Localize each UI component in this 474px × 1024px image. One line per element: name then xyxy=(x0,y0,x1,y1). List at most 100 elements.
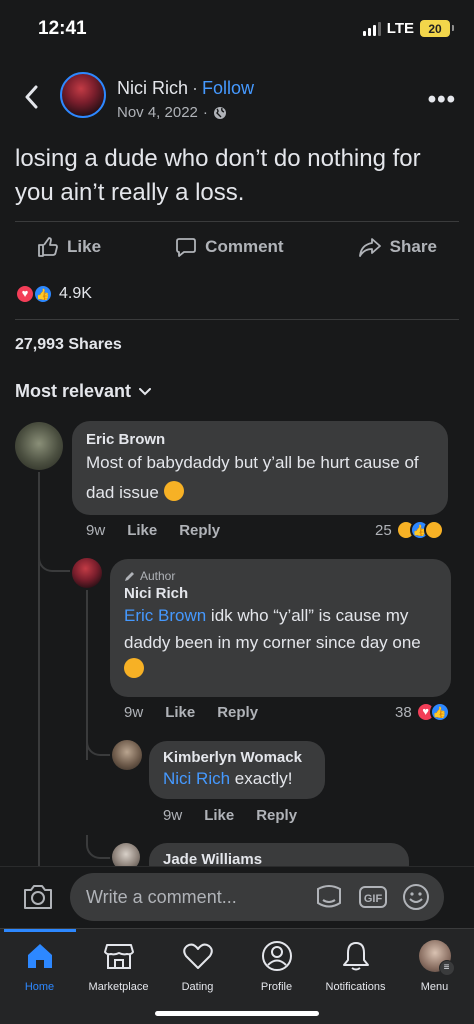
laughing-emoji-icon xyxy=(163,481,184,501)
post-header: Nici Rich · Follow Nov 4, 2022 · ••• xyxy=(0,70,474,126)
share-label: Share xyxy=(389,237,437,256)
comment-time: 9w xyxy=(124,704,144,721)
comment-label: Comment xyxy=(205,237,284,256)
tab-profile[interactable]: Profile xyxy=(237,939,316,993)
comment-icon xyxy=(176,238,197,257)
sort-dropdown[interactable]: Most relevant xyxy=(15,381,152,402)
like-reaction-icon: 👍 xyxy=(429,702,450,722)
commenter-avatar[interactable] xyxy=(15,422,63,470)
comment-reply-button[interactable]: Reply xyxy=(256,807,297,824)
comment-reaction-count: 25 xyxy=(375,521,392,539)
camera-icon xyxy=(24,885,52,909)
comment-text: Eric Brown idk who “y’all” is cause my d… xyxy=(124,602,437,683)
avatar-sticker-icon[interactable] xyxy=(314,883,344,911)
dating-icon xyxy=(182,939,214,973)
comment-reactions[interactable]: 38 ♥ 👍 xyxy=(395,702,450,722)
commenter-name[interactable]: Kimberlyn Womack xyxy=(163,749,311,766)
thread-connector xyxy=(86,730,110,756)
sort-label: Most relevant xyxy=(15,381,132,401)
post-date[interactable]: Nov 4, 2022 xyxy=(117,104,198,121)
like-button[interactable]: Like xyxy=(37,236,101,258)
back-button[interactable] xyxy=(18,82,44,112)
laughing-emoji-icon xyxy=(124,658,144,678)
commenter-avatar[interactable] xyxy=(72,558,102,588)
comment-bubble: Kimberlyn Womack Nici Rich exactly! xyxy=(149,741,325,799)
comment-reactions[interactable]: 25 👍 xyxy=(375,520,444,540)
comment-input[interactable]: Write a comment... GIF xyxy=(70,873,444,921)
shares-count[interactable]: 27,993 Shares xyxy=(15,336,122,354)
tab-notifications[interactable]: Notifications xyxy=(316,939,395,993)
like-label: Like xyxy=(67,237,102,256)
chevron-left-icon xyxy=(25,85,38,109)
tab-marketplace[interactable]: Marketplace xyxy=(79,939,158,993)
share-icon xyxy=(358,238,381,257)
marketplace-icon xyxy=(103,939,135,973)
divider xyxy=(15,319,459,320)
tab-dating[interactable]: Dating xyxy=(158,939,237,993)
reactions-summary[interactable]: ♥ 👍 4.9K xyxy=(15,284,92,304)
author-avatar[interactable] xyxy=(60,72,106,118)
comment-reply-button[interactable]: Reply xyxy=(217,704,258,721)
mention-link[interactable]: Eric Brown xyxy=(124,606,206,625)
post-text: losing a dude who don’t do nothing for y… xyxy=(15,145,421,206)
tab-label: Menu xyxy=(420,981,449,993)
commenter-avatar[interactable] xyxy=(112,740,142,770)
comment-time: 9w xyxy=(163,807,183,824)
tab-home[interactable]: Home xyxy=(0,939,79,993)
tab-label: Home xyxy=(24,981,55,993)
comment-reaction-count: 38 xyxy=(395,703,412,721)
commenter-name[interactable]: Eric Brown xyxy=(86,431,434,448)
author-line: Nici Rich · Follow xyxy=(117,78,254,99)
tab-label: Profile xyxy=(260,981,293,993)
author-name[interactable]: Nici Rich xyxy=(117,78,188,98)
tab-label: Notifications xyxy=(325,981,386,993)
status-bar: 12:41 LTE 20 xyxy=(0,0,474,60)
comment-like-button[interactable]: Like xyxy=(165,704,195,721)
share-button[interactable]: Share xyxy=(358,236,437,258)
svg-text:GIF: GIF xyxy=(364,893,383,905)
status-time: 12:41 xyxy=(38,18,87,39)
divider xyxy=(15,221,459,222)
comment-button[interactable]: Comment xyxy=(175,236,284,258)
mention-link[interactable]: Nici Rich xyxy=(163,769,230,788)
separator-dot: · xyxy=(202,104,208,121)
thread-line xyxy=(38,472,40,872)
tab-bar: Home Marketplace Dating Profile Notifica… xyxy=(0,928,474,1024)
comment-like-button[interactable]: Like xyxy=(127,522,157,539)
post-actions: Like Comment Share xyxy=(0,224,474,270)
comment-meta: 9w Like Reply xyxy=(124,704,258,721)
comment-placeholder: Write a comment... xyxy=(86,887,237,907)
comment-bubble: Eric Brown Most of babydaddy but y’all b… xyxy=(72,421,448,515)
emoji-icon[interactable] xyxy=(402,883,430,911)
camera-button[interactable] xyxy=(22,883,54,916)
thread-connector xyxy=(86,835,110,859)
reactions-count: 4.9K xyxy=(59,285,92,302)
comment-reply-button[interactable]: Reply xyxy=(179,522,220,539)
comment-bubble: Author Nici Rich Eric Brown idk who “y’a… xyxy=(110,559,451,697)
status-indicators: LTE 20 xyxy=(362,20,454,37)
menu-avatar xyxy=(418,940,455,976)
chevron-down-icon xyxy=(139,387,152,395)
globe-icon xyxy=(213,106,226,119)
active-tab-indicator xyxy=(4,929,76,932)
tab-menu[interactable]: Menu xyxy=(395,939,474,993)
home-icon xyxy=(25,939,55,973)
thread-connector xyxy=(38,540,70,572)
comment-composer: Write a comment... GIF xyxy=(0,866,474,928)
tab-label: Marketplace xyxy=(88,981,149,993)
commenter-name[interactable]: Nici Rich xyxy=(124,585,437,602)
like-reaction-icon: 👍 xyxy=(33,284,53,304)
more-options-icon[interactable]: ••• xyxy=(428,86,456,114)
network-label: LTE xyxy=(386,20,414,37)
comment-meta: 9w Like Reply xyxy=(86,522,220,539)
signal-icon xyxy=(362,21,381,36)
comment-like-button[interactable]: Like xyxy=(204,807,234,824)
profile-icon xyxy=(261,939,293,973)
author-badge-label: Author xyxy=(140,569,176,583)
tab-label: Dating xyxy=(181,981,214,993)
gif-icon[interactable]: GIF xyxy=(358,884,388,910)
battery-icon: 20 xyxy=(420,20,454,37)
post-date-line: Nov 4, 2022 · xyxy=(117,104,227,121)
follow-button[interactable]: Follow xyxy=(202,78,254,98)
composer-icons: GIF xyxy=(314,883,430,911)
